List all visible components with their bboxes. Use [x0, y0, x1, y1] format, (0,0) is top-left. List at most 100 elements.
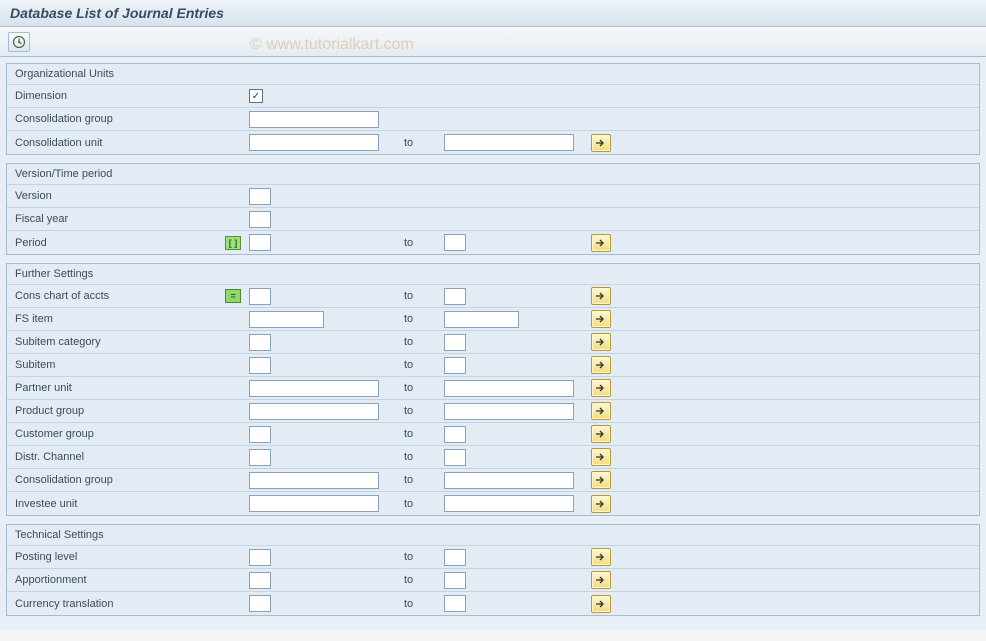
- multi-select-period[interactable]: [591, 234, 611, 252]
- arrow-right-icon: [595, 360, 607, 370]
- marker-period[interactable]: [ ]: [225, 236, 241, 250]
- row-version: Version: [7, 185, 979, 208]
- input-investee-unit-from[interactable]: [249, 495, 379, 512]
- multi-select-partner-unit[interactable]: [591, 379, 611, 397]
- input-version[interactable]: [249, 188, 271, 205]
- label-fiscal-year: Fiscal year: [15, 213, 225, 225]
- label-investee-unit: Investee unit: [15, 498, 225, 510]
- label-cons-unit: Consolidation unit: [15, 137, 225, 149]
- input-currency-trans-to[interactable]: [444, 595, 466, 612]
- label-fs-item: FS item: [15, 313, 225, 325]
- to-label: to: [384, 137, 444, 149]
- multi-select-subitem-cat[interactable]: [591, 333, 611, 351]
- arrow-right-icon: [595, 138, 607, 148]
- arrow-right-icon: [595, 291, 607, 301]
- input-product-group-from[interactable]: [249, 403, 379, 420]
- label-partner-unit: Partner unit: [15, 382, 225, 394]
- label-subitem: Subitem: [15, 359, 225, 371]
- arrow-right-icon: [595, 429, 607, 439]
- label-cons-group2: Consolidation group: [15, 474, 225, 486]
- multi-select-product-group[interactable]: [591, 402, 611, 420]
- row-cons-chart: Cons chart of accts = to: [7, 285, 979, 308]
- arrow-right-icon: [595, 575, 607, 585]
- input-cons-unit-from[interactable]: [249, 134, 379, 151]
- label-cons-chart: Cons chart of accts: [15, 290, 225, 302]
- row-customer-group: Customer group to: [7, 423, 979, 446]
- group-title-technical: Technical Settings: [7, 525, 979, 546]
- input-partner-unit-from[interactable]: [249, 380, 379, 397]
- input-investee-unit-to[interactable]: [444, 495, 574, 512]
- input-apportionment-to[interactable]: [444, 572, 466, 589]
- multi-select-investee-unit[interactable]: [591, 495, 611, 513]
- row-subitem: Subitem to: [7, 354, 979, 377]
- input-apportionment-from[interactable]: [249, 572, 271, 589]
- input-subitem-cat-from[interactable]: [249, 334, 271, 351]
- group-version-time: Version/Time period Version Fiscal year …: [6, 163, 980, 255]
- arrow-right-icon: [595, 314, 607, 324]
- input-fs-item-from[interactable]: [249, 311, 324, 328]
- input-cons-group2-to[interactable]: [444, 472, 574, 489]
- group-title-further: Further Settings: [7, 264, 979, 285]
- input-cons-group[interactable]: [249, 111, 379, 128]
- page-title: Database List of Journal Entries: [10, 5, 224, 21]
- row-distr-channel: Distr. Channel to: [7, 446, 979, 469]
- input-posting-level-to[interactable]: [444, 549, 466, 566]
- label-customer-group: Customer group: [15, 428, 225, 440]
- input-distr-channel-to[interactable]: [444, 449, 466, 466]
- multi-select-apportionment[interactable]: [591, 571, 611, 589]
- input-subitem-to[interactable]: [444, 357, 466, 374]
- multi-select-subitem[interactable]: [591, 356, 611, 374]
- label-apportionment: Apportionment: [15, 574, 225, 586]
- execute-button[interactable]: [8, 32, 30, 52]
- multi-select-cons-chart[interactable]: [591, 287, 611, 305]
- input-subitem-cat-to[interactable]: [444, 334, 466, 351]
- input-period-to[interactable]: [444, 234, 466, 251]
- multi-select-fs-item[interactable]: [591, 310, 611, 328]
- multi-select-cons-group2[interactable]: [591, 471, 611, 489]
- row-investee-unit: Investee unit to: [7, 492, 979, 515]
- label-product-group: Product group: [15, 405, 225, 417]
- label-subitem-cat: Subitem category: [15, 336, 225, 348]
- input-subitem-from[interactable]: [249, 357, 271, 374]
- input-customer-group-from[interactable]: [249, 426, 271, 443]
- input-posting-level-from[interactable]: [249, 549, 271, 566]
- arrow-right-icon: [595, 552, 607, 562]
- row-fiscal-year: Fiscal year: [7, 208, 979, 231]
- arrow-right-icon: [595, 406, 607, 416]
- multi-select-customer-group[interactable]: [591, 425, 611, 443]
- label-dimension: Dimension: [15, 90, 225, 102]
- multi-select-cons-unit[interactable]: [591, 134, 611, 152]
- row-cons-unit: Consolidation unit to: [7, 131, 979, 154]
- row-cons-group2: Consolidation group to: [7, 469, 979, 492]
- multi-select-distr-channel[interactable]: [591, 448, 611, 466]
- label-period: Period: [15, 237, 225, 249]
- input-customer-group-to[interactable]: [444, 426, 466, 443]
- arrow-right-icon: [595, 475, 607, 485]
- row-fs-item: FS item to: [7, 308, 979, 331]
- input-currency-trans-from[interactable]: [249, 595, 271, 612]
- input-fs-item-to[interactable]: [444, 311, 519, 328]
- input-partner-unit-to[interactable]: [444, 380, 574, 397]
- input-fiscal-year[interactable]: [249, 211, 271, 228]
- input-distr-channel-from[interactable]: [249, 449, 271, 466]
- multi-select-currency-trans[interactable]: [591, 595, 611, 613]
- title-bar: Database List of Journal Entries: [0, 0, 986, 27]
- input-cons-chart-from[interactable]: [249, 288, 271, 305]
- arrow-right-icon: [595, 337, 607, 347]
- input-product-group-to[interactable]: [444, 403, 574, 420]
- input-cons-unit-to[interactable]: [444, 134, 574, 151]
- marker-cons-chart[interactable]: =: [225, 289, 241, 303]
- input-cons-group2-from[interactable]: [249, 472, 379, 489]
- clock-execute-icon: [12, 35, 26, 49]
- group-further-settings: Further Settings Cons chart of accts = t…: [6, 263, 980, 516]
- arrow-right-icon: [595, 452, 607, 462]
- label-currency-trans: Currency translation: [15, 598, 225, 610]
- checkbox-dimension[interactable]: ✓: [249, 89, 263, 103]
- input-period-from[interactable]: [249, 234, 271, 251]
- row-subitem-cat: Subitem category to: [7, 331, 979, 354]
- input-cons-chart-to[interactable]: [444, 288, 466, 305]
- label-distr-channel: Distr. Channel: [15, 451, 225, 463]
- row-partner-unit: Partner unit to: [7, 377, 979, 400]
- multi-select-posting-level[interactable]: [591, 548, 611, 566]
- group-technical-settings: Technical Settings Posting level to Appo…: [6, 524, 980, 616]
